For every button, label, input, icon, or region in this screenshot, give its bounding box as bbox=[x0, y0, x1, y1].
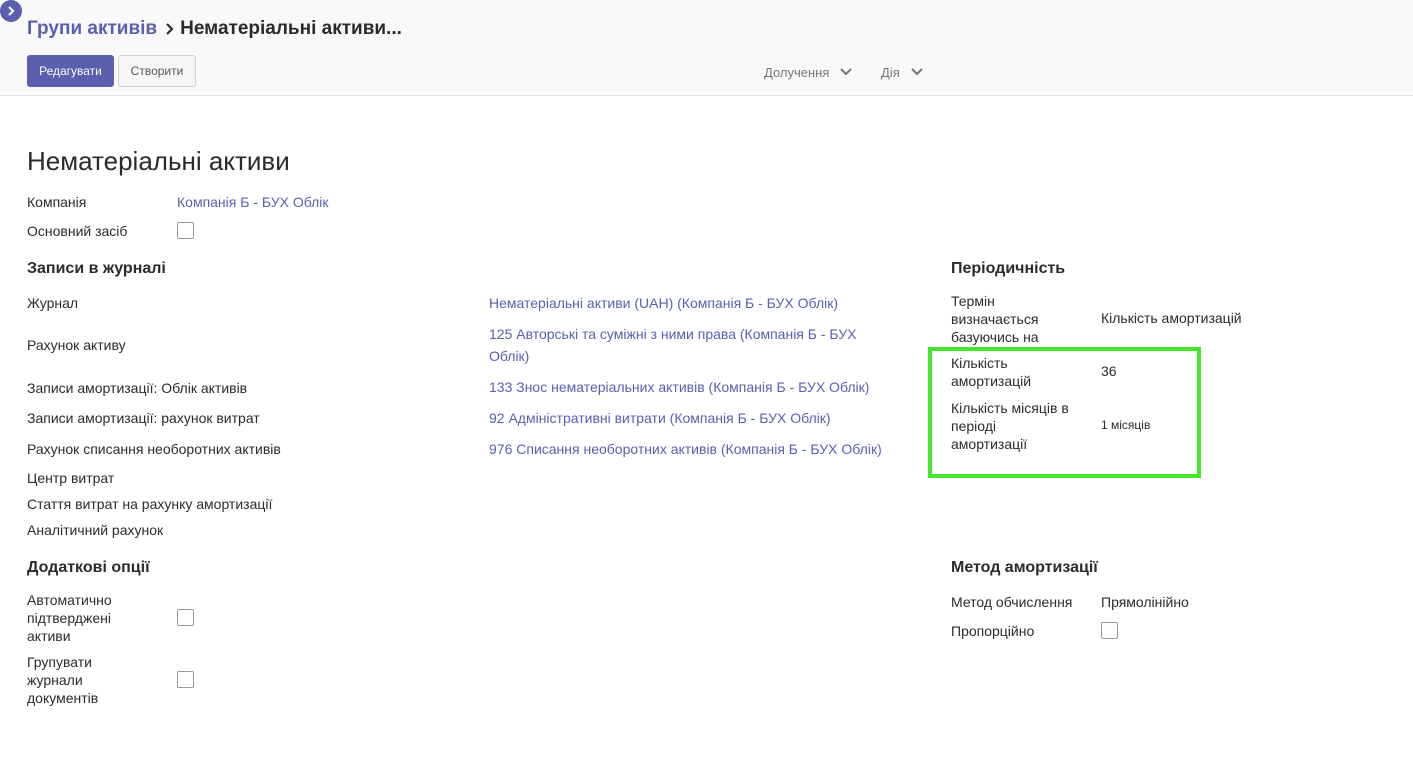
options-section-title: Додаткові опції bbox=[27, 559, 150, 576]
attachments-dropdown[interactable]: Долучення bbox=[764, 62, 853, 82]
auto-confirm-label: Автоматично підтверджені активи bbox=[27, 591, 112, 645]
journal-section-title: Записи в журналі bbox=[27, 260, 166, 277]
method-section-title: Метод амортизації bbox=[951, 559, 1098, 576]
action-dropdown-label: Дія bbox=[881, 64, 900, 80]
fixed-asset-checkbox[interactable] bbox=[177, 222, 194, 239]
company-link[interactable]: Компанія Б - БУХ Облік bbox=[177, 191, 329, 213]
company-label: Компанія bbox=[27, 194, 87, 210]
breadcrumb-current: Нематеріальні активи... bbox=[180, 18, 402, 39]
computation-method-value[interactable]: Прямолінійно bbox=[1101, 593, 1189, 611]
write-off-account-label: Рахунок списання необоротних активів bbox=[27, 441, 281, 457]
auto-confirm-checkbox[interactable] bbox=[177, 609, 194, 626]
expense-account-link[interactable]: 92 Адміністративні витрати (Компанія Б -… bbox=[489, 407, 831, 429]
computation-method-label: Метод обчислення bbox=[951, 594, 1073, 610]
fixed-asset-label: Основний засіб bbox=[27, 223, 128, 239]
group-entries-label-line3: документів bbox=[27, 690, 99, 706]
control-panel: Групи активів Нематеріальні активи... Ре… bbox=[0, 0, 1413, 96]
chevron-right-icon[interactable] bbox=[0, 0, 22, 22]
action-dropdown[interactable]: Дія bbox=[881, 62, 924, 82]
time-method-label-line3: базуючись на bbox=[951, 329, 1039, 345]
edit-button[interactable]: Редагувати bbox=[27, 55, 114, 87]
asset-account-link[interactable]: 125 Авторські та суміжні з ними права (К… bbox=[489, 323, 857, 367]
auto-confirm-label-line2: підтверджені bbox=[27, 610, 111, 626]
group-entries-label-line2: журнали bbox=[27, 672, 83, 688]
chevron-down-icon bbox=[910, 65, 924, 80]
create-button[interactable]: Створити bbox=[118, 55, 196, 87]
analytic-account-label: Аналітичний рахунок bbox=[27, 522, 164, 538]
auto-confirm-label-line1: Автоматично bbox=[27, 592, 112, 608]
breadcrumb-parent-link[interactable]: Групи активів bbox=[27, 18, 157, 40]
group-entries-label-line1: Групувати bbox=[27, 654, 92, 670]
prorata-checkbox[interactable] bbox=[1101, 622, 1118, 639]
time-method-value[interactable]: Кількість амортизацій bbox=[1101, 309, 1242, 327]
depreciation-account-link[interactable]: 133 Знос нематеріальних активів (Компані… bbox=[489, 376, 869, 398]
prorata-label: Пропорційно bbox=[951, 623, 1035, 639]
breadcrumb: Групи активів Нематеріальні активи... bbox=[27, 16, 402, 42]
expense-account-label: Записи амортизації: рахунок витрат bbox=[27, 410, 260, 426]
attachments-dropdown-label: Долучення bbox=[764, 64, 830, 80]
expense-item-label: Стаття витрат на рахунку амортизації bbox=[27, 496, 273, 512]
record-title: Нематеріальні активи bbox=[27, 146, 290, 176]
chevron-down-icon bbox=[839, 65, 853, 80]
time-method-label-line1: Термін bbox=[951, 293, 995, 309]
journal-label: Журнал bbox=[27, 295, 79, 311]
asset-account-label: Рахунок активу bbox=[27, 337, 126, 353]
cost-center-label: Центр витрат bbox=[27, 470, 115, 486]
periodicity-section-title: Періодичність bbox=[951, 260, 1066, 277]
time-method-label: Термін визначається базуючись на bbox=[951, 292, 1039, 346]
auto-confirm-label-line3: активи bbox=[27, 628, 71, 644]
highlight-box bbox=[928, 347, 1201, 478]
asset-account-link-line1: 125 Авторські та суміжні з ними права (К… bbox=[489, 326, 857, 342]
depreciation-account-label: Записи амортизації: Облік активів bbox=[27, 380, 248, 396]
group-entries-label: Групувати журнали документів bbox=[27, 653, 98, 707]
write-off-account-link[interactable]: 976 Списання необоротних активів (Компан… bbox=[489, 438, 882, 460]
time-method-label-line2: визначається bbox=[951, 311, 1039, 327]
chevron-right-icon bbox=[165, 22, 175, 36]
asset-account-link-line2: Облік) bbox=[489, 348, 530, 364]
journal-link[interactable]: Нематеріальні активи (UAH) (Компанія Б -… bbox=[489, 292, 838, 314]
group-entries-checkbox[interactable] bbox=[177, 671, 194, 688]
